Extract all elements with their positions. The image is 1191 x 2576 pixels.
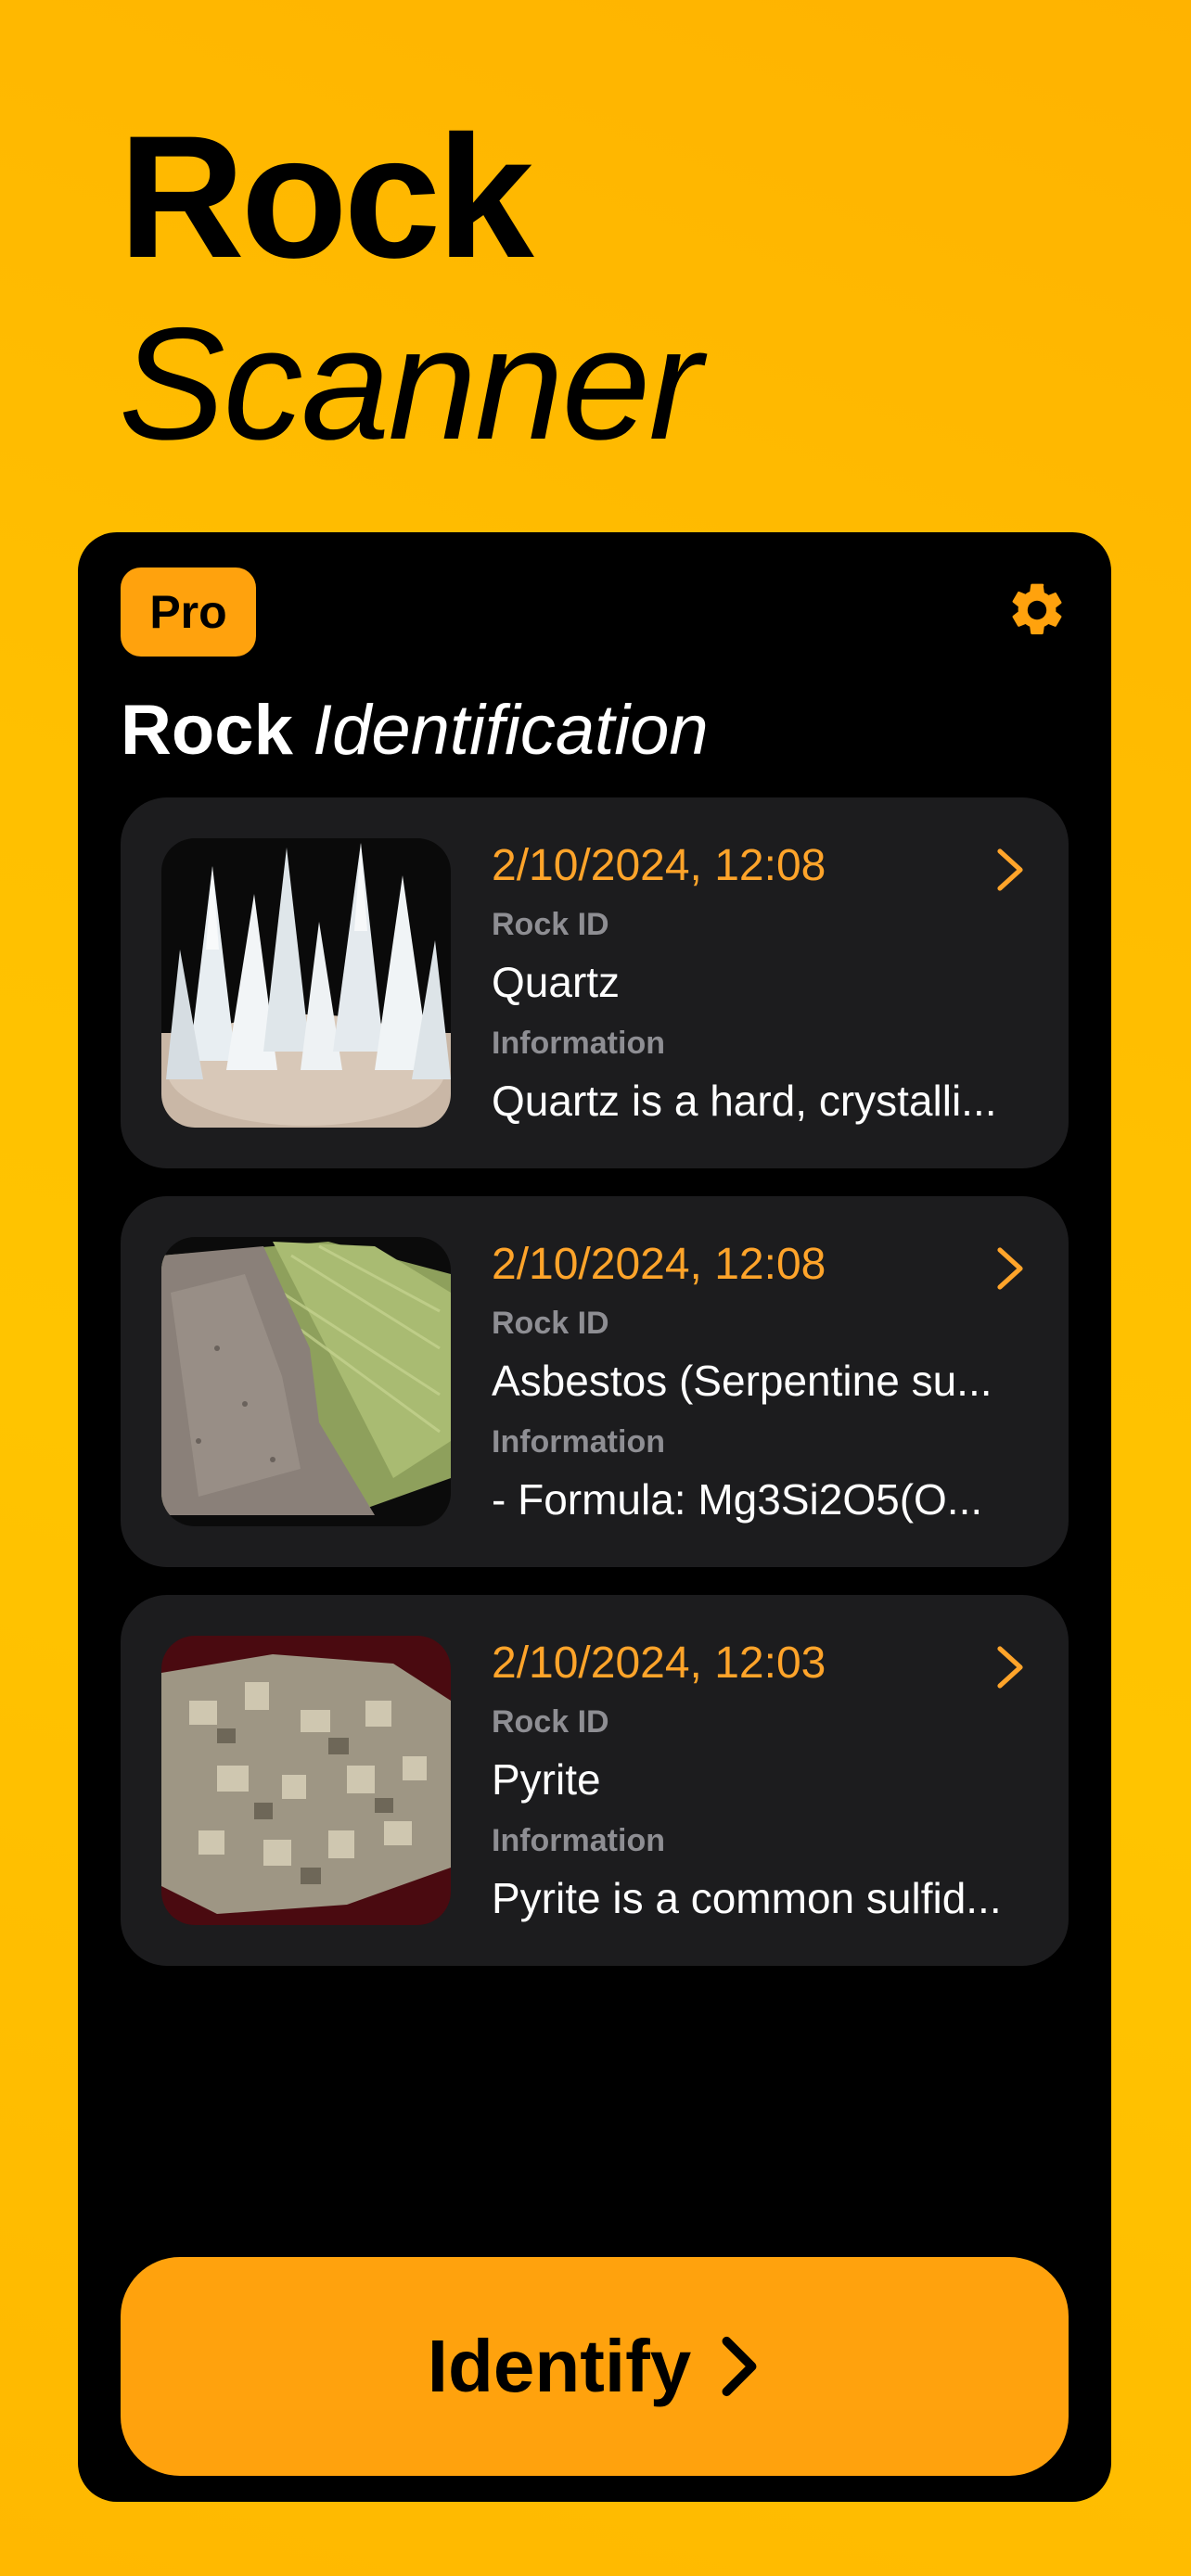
gear-icon[interactable] bbox=[1005, 579, 1069, 642]
chevron-right-icon[interactable] bbox=[992, 1643, 1030, 1691]
rock-id-label: Rock ID bbox=[492, 1306, 609, 1341]
scan-card[interactable]: 2/10/2024, 12:08 Rock ID Asbestos (Serpe… bbox=[121, 1196, 1069, 1567]
rock-id-value: Quartz bbox=[492, 958, 621, 1006]
main-panel: Pro Rock Identification 2/10/2024, 12:08… bbox=[78, 532, 1111, 2502]
identify-button[interactable]: Identify bbox=[121, 2257, 1069, 2476]
rock-id-label: Rock ID bbox=[492, 907, 609, 942]
scan-date: 2/10/2024, 12:08 bbox=[492, 1240, 826, 1289]
rock-thumbnail bbox=[161, 838, 451, 1128]
chevron-right-icon[interactable] bbox=[992, 846, 1030, 894]
scan-card[interactable]: 2/10/2024, 12:03 Rock ID Pyrite Informat… bbox=[121, 1595, 1069, 1966]
section-title: Rock Identification bbox=[121, 690, 709, 771]
scan-date: 2/10/2024, 12:03 bbox=[492, 1639, 826, 1688]
app-title-line2: Scanner bbox=[119, 295, 702, 473]
chevron-right-icon bbox=[722, 2336, 757, 2397]
rock-id-label: Rock ID bbox=[492, 1704, 609, 1740]
pro-button[interactable]: Pro bbox=[121, 567, 256, 657]
rock-thumbnail bbox=[161, 1237, 451, 1526]
rock-id-value: Pyrite bbox=[492, 1755, 601, 1804]
info-label: Information bbox=[492, 1424, 665, 1460]
info-value: - Formula: Mg3Si2O5(O... bbox=[492, 1475, 983, 1524]
chevron-right-icon[interactable] bbox=[992, 1244, 1030, 1293]
identify-label: Identify bbox=[427, 2325, 692, 2407]
app-title: Rock Scanner bbox=[119, 99, 702, 473]
info-label: Information bbox=[492, 1823, 665, 1858]
rock-thumbnail bbox=[161, 1636, 451, 1925]
scan-card[interactable]: 2/10/2024, 12:08 Rock ID Quartz Informat… bbox=[121, 797, 1069, 1168]
info-label: Information bbox=[492, 1026, 665, 1061]
section-title-italic: Identification bbox=[312, 691, 709, 770]
scan-date: 2/10/2024, 12:08 bbox=[492, 841, 826, 890]
section-title-bold: Rock bbox=[121, 691, 293, 770]
info-value: Quartz is a hard, crystalli... bbox=[492, 1077, 997, 1125]
app-title-line1: Rock bbox=[119, 99, 534, 294]
info-value: Pyrite is a common sulfid... bbox=[492, 1874, 1002, 1922]
rock-id-value: Asbestos (Serpentine su... bbox=[492, 1357, 992, 1405]
